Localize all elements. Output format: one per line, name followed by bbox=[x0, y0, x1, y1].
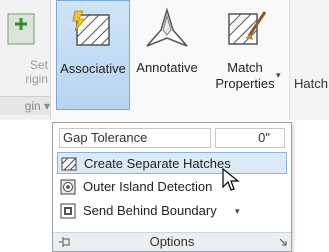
send-behind-boundary-icon bbox=[60, 203, 76, 219]
outer-island-detection-label: Outer Island Detection bbox=[83, 179, 213, 194]
options-panel-footer[interactable]: Options bbox=[53, 232, 291, 251]
set-origin-icon[interactable] bbox=[4, 8, 40, 48]
gap-tolerance-input[interactable]: 0" bbox=[215, 128, 285, 148]
match-properties-label-line1: Match bbox=[227, 60, 263, 75]
create-separate-hatches-icon bbox=[61, 157, 77, 171]
hatch-label[interactable]: Hatch bbox=[294, 76, 328, 91]
set-origin-label-line2: rigin bbox=[25, 72, 48, 86]
match-properties-button[interactable]: Match Properties ▾ bbox=[206, 0, 284, 112]
options-panel-title: Options bbox=[149, 234, 195, 249]
associative-icon bbox=[72, 10, 110, 46]
match-properties-label-line2: Properties bbox=[215, 76, 275, 91]
annotative-button[interactable]: Annotative bbox=[132, 0, 202, 112]
annotative-icon bbox=[146, 7, 188, 47]
match-properties-dropdown-arrow[interactable]: ▾ bbox=[276, 70, 281, 81]
send-behind-boundary-dropdown-arrow[interactable]: ▾ bbox=[235, 200, 240, 222]
origin-dropdown[interactable]: gin ▾ bbox=[0, 96, 50, 115]
match-properties-icon bbox=[228, 11, 267, 45]
annotative-label: Annotative bbox=[136, 60, 198, 75]
create-separate-hatches-button[interactable]: Create Separate Hatches bbox=[57, 152, 287, 174]
set-origin-label-line1: Set bbox=[29, 58, 48, 72]
mouse-pointer-icon bbox=[222, 167, 240, 191]
options-expanded-panel: Gap Tolerance 0" Create Separate Hatches… bbox=[52, 122, 292, 252]
hatch-panel-partial: Hatch bbox=[289, 0, 329, 120]
origin-panel: Set rigin gin ▾ bbox=[0, 0, 51, 120]
hatch-ribbon-panel: Associative Annotative Match Properties … bbox=[52, 0, 288, 120]
gap-tolerance-label: Gap Tolerance bbox=[59, 128, 211, 148]
associative-button[interactable]: Associative bbox=[56, 0, 130, 110]
create-separate-hatches-label: Create Separate Hatches bbox=[84, 156, 231, 171]
dialog-launcher-icon[interactable] bbox=[279, 238, 287, 246]
outer-island-detection-icon bbox=[60, 179, 76, 195]
send-behind-boundary-label: Send Behind Boundary bbox=[83, 203, 217, 218]
gap-tolerance-row: Gap Tolerance 0" bbox=[59, 128, 285, 148]
send-behind-boundary-button[interactable]: Send Behind Boundary ▾ bbox=[57, 200, 287, 222]
associative-label: Associative bbox=[60, 61, 126, 76]
outer-island-detection-button[interactable]: Outer Island Detection bbox=[57, 176, 287, 198]
pin-icon[interactable] bbox=[57, 235, 71, 249]
